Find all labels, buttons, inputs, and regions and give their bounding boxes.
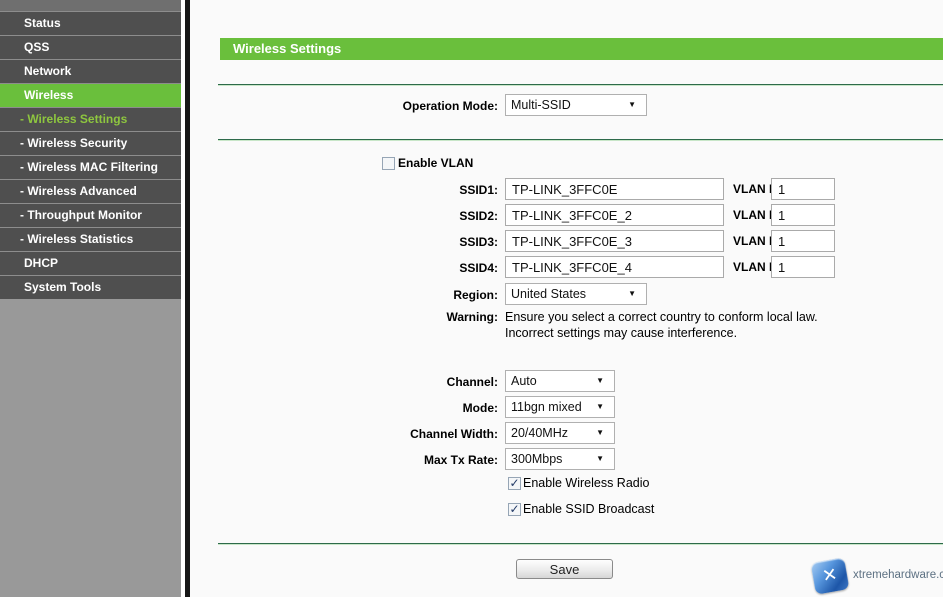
main-content: Wireless Settings Operation Mode: Multi-… [190,0,943,597]
channel-label: Channel: [190,375,498,389]
chevron-down-icon: ▼ [596,454,604,464]
max-tx-rate-select[interactable]: 300Mbps ▼ [505,448,615,470]
channel-select[interactable]: Auto ▼ [505,370,615,392]
ssid4-input[interactable] [505,256,724,278]
sidebar-item-wireless-statistics[interactable]: - Wireless Statistics [0,227,181,251]
chevron-down-icon: ▼ [596,376,604,386]
operation-mode-value: Multi-SSID [511,98,571,112]
sidebar-item-throughput-monitor[interactable]: - Throughput Monitor [0,203,181,227]
sidebar-item-wireless-mac-filtering[interactable]: - Wireless MAC Filtering [0,155,181,179]
ssid2-label: SSID2: [190,209,498,223]
watermark: ✕ xtremehardware.com [805,556,943,596]
warning-line1: Ensure you select a correct country to c… [505,310,818,324]
vlan-id2-input[interactable] [771,204,835,226]
sidebar-item-wireless-settings[interactable]: - Wireless Settings [0,107,181,131]
enable-wireless-radio-label: Enable Wireless Radio [523,476,649,490]
warning-line2: Incorrect settings may cause interferenc… [505,326,737,340]
ssid3-input[interactable] [505,230,724,252]
chevron-down-icon: ▼ [596,402,604,412]
checkmark-icon: ✓ [509,476,519,490]
ssid3-label: SSID3: [190,235,498,249]
ssid1-input[interactable] [505,178,724,200]
sidebar-item-wireless[interactable]: Wireless [0,83,181,107]
separator-line [218,543,943,545]
chevron-down-icon: ▼ [596,428,604,438]
channel-width-select[interactable]: 20/40MHz ▼ [505,422,615,444]
xtremehardware-logo-icon: ✕ [810,557,849,594]
checkmark-icon: ✓ [509,502,519,516]
max-tx-rate-label: Max Tx Rate: [190,453,498,467]
router-admin-page: Status QSS Network Wireless - Wireless S… [0,0,943,597]
save-button[interactable]: Save [516,559,613,579]
sidebar: Status QSS Network Wireless - Wireless S… [0,0,181,597]
max-tx-rate-value: 300Mbps [511,452,562,466]
sidebar-item-wireless-advanced[interactable]: - Wireless Advanced [0,179,181,203]
sidebar-item-qss[interactable]: QSS [0,35,181,59]
chevron-down-icon: ▼ [628,100,636,110]
separator-line [218,84,943,86]
vlan-id1-input[interactable] [771,178,835,200]
sidebar-item-dhcp[interactable]: DHCP [0,251,181,275]
enable-wireless-radio-checkbox[interactable]: ✓ [508,477,521,490]
sidebar-item-system-tools[interactable]: System Tools [0,275,181,299]
wireless-mode-select[interactable]: 11bgn mixed ▼ [505,396,615,418]
watermark-text: xtremehardware.com [853,569,943,581]
enable-vlan-checkbox[interactable] [382,157,395,170]
sidebar-item-wireless-security[interactable]: - Wireless Security [0,131,181,155]
separator-line [218,139,943,141]
page-title: Wireless Settings [220,38,943,60]
operation-mode-label: Operation Mode: [190,99,498,113]
chevron-down-icon: ▼ [628,289,636,299]
vlan-id4-input[interactable] [771,256,835,278]
region-value: United States [511,287,586,301]
sidebar-menu: Status QSS Network Wireless - Wireless S… [0,11,181,299]
enable-vlan-label: Enable VLAN [398,156,473,170]
enable-ssid-broadcast-checkbox[interactable]: ✓ [508,503,521,516]
sidebar-top-strip [0,0,181,11]
mode-label: Mode: [190,401,498,415]
warning-label: Warning: [190,310,498,324]
region-select[interactable]: United States ▼ [505,283,647,305]
channel-width-label: Channel Width: [190,427,498,441]
enable-ssid-broadcast-label: Enable SSID Broadcast [523,502,654,516]
ssid2-input[interactable] [505,204,724,226]
sidebar-item-network[interactable]: Network [0,59,181,83]
mode-value: 11bgn mixed [511,400,582,414]
sidebar-item-status[interactable]: Status [0,11,181,35]
ssid4-label: SSID4: [190,261,498,275]
channel-width-value: 20/40MHz [511,426,568,440]
vlan-id3-input[interactable] [771,230,835,252]
channel-value: Auto [511,374,537,388]
region-label: Region: [190,288,498,302]
ssid1-label: SSID1: [190,183,498,197]
operation-mode-select[interactable]: Multi-SSID ▼ [505,94,647,116]
